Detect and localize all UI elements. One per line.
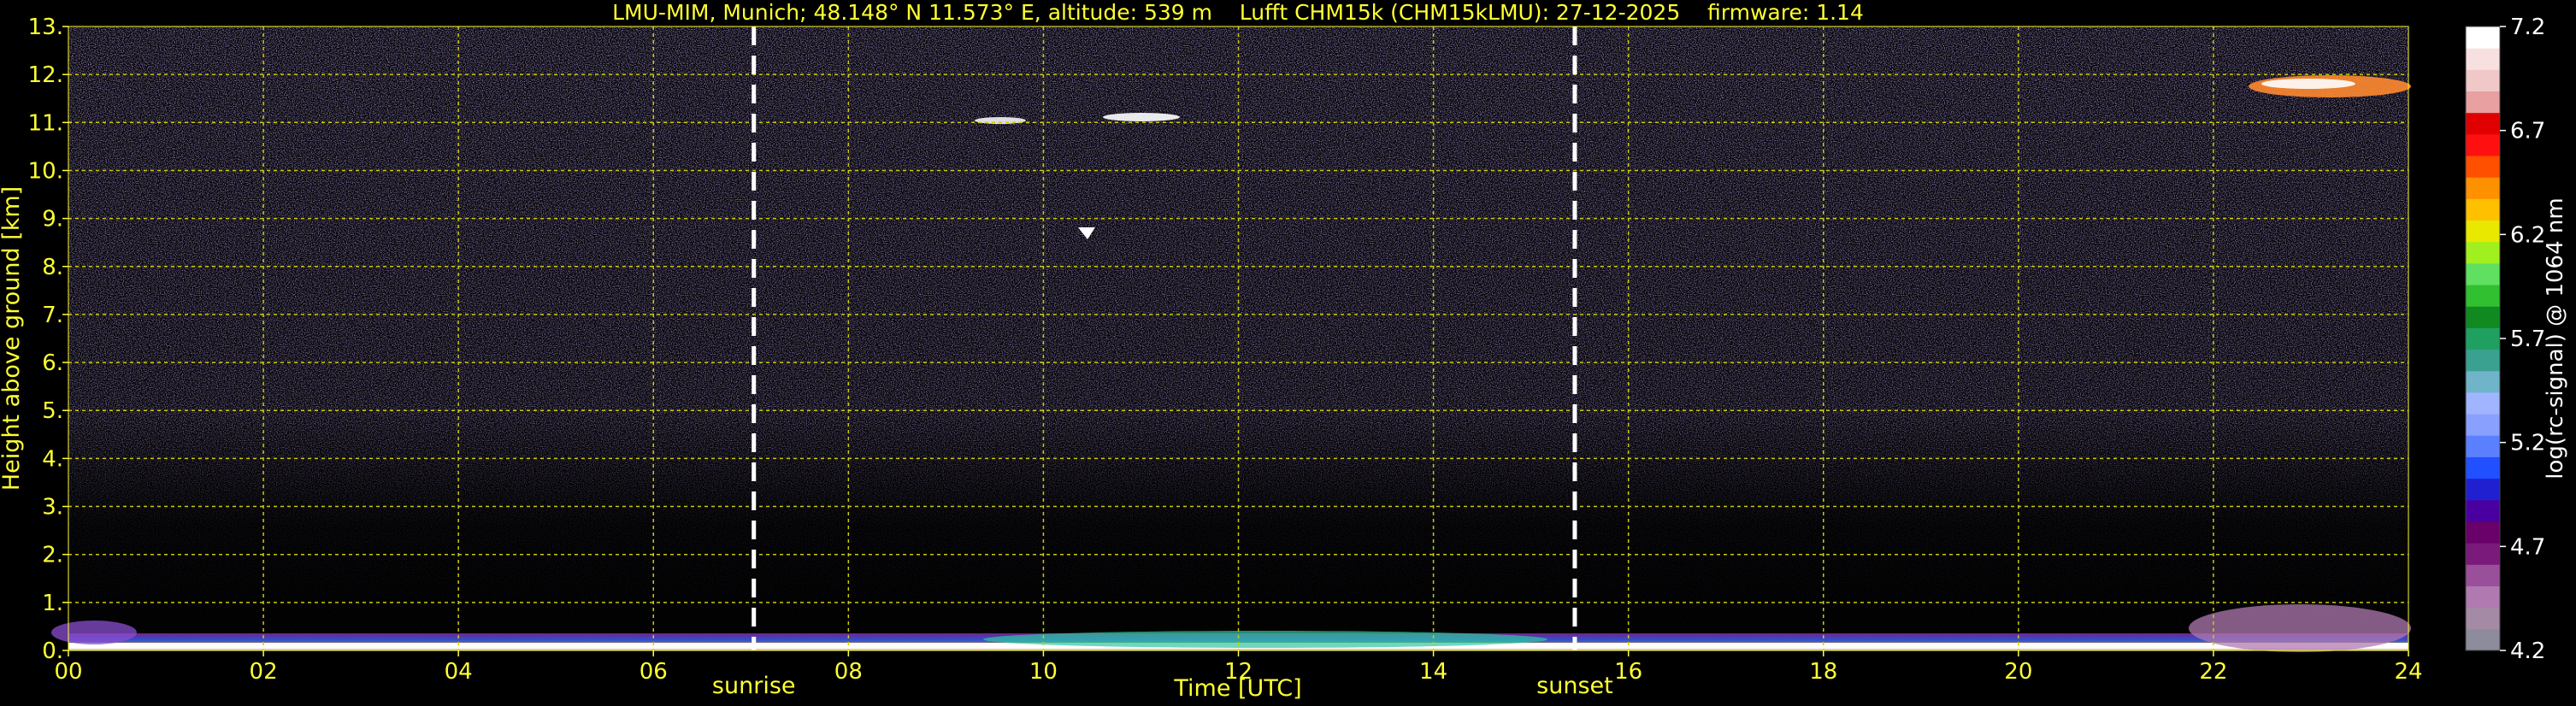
y-tick-label: 4. xyxy=(42,446,63,472)
plot-area xyxy=(51,26,2411,652)
colorbar-swatch xyxy=(2466,435,2500,457)
x-tick-label: 00 xyxy=(54,659,82,685)
colorbar-swatch xyxy=(2466,564,2500,586)
colorbar-swatch xyxy=(2466,349,2500,372)
colorbar-swatch xyxy=(2466,306,2500,328)
y-tick-label: 1. xyxy=(42,591,63,616)
colorbar-swatch xyxy=(2466,177,2500,199)
x-tick-label: 20 xyxy=(2004,659,2032,685)
colorbar-swatch xyxy=(2466,133,2500,156)
colorbar-label: log(rc-signal) @ 1064 nm xyxy=(2543,197,2568,479)
sunset-label: sunset xyxy=(1536,673,1613,699)
y-tick-label: 9. xyxy=(42,207,63,232)
aerosol-layer-midday xyxy=(983,631,1547,648)
colorbar-swatch xyxy=(2466,456,2500,479)
y-tick-label: 10. xyxy=(28,158,63,184)
colorbar: 4.2 4.7 5.2 5.7 6.2 6.7 7.2 log(rc-signal) @ 1… xyxy=(2465,15,2568,664)
colorbar-tick-label: 6.7 xyxy=(2510,119,2545,144)
colorbar-swatch xyxy=(2466,585,2500,609)
colorbar-swatch xyxy=(2466,499,2500,522)
colorbar-swatch xyxy=(2466,391,2500,415)
colorbar-swatch xyxy=(2466,241,2500,264)
colorbar-tick-label: 4.7 xyxy=(2510,534,2545,560)
colorbar-swatch xyxy=(2466,543,2500,565)
colorbar-tick-label: 5.7 xyxy=(2510,327,2545,352)
x-tick-label: 14 xyxy=(1419,659,1447,685)
colorbar-swatch xyxy=(2466,478,2500,501)
colorbar-swatch xyxy=(2466,628,2500,651)
x-tick-label: 06 xyxy=(640,659,668,685)
y-tick-label: 13. xyxy=(28,15,63,40)
y-tick-label: 2. xyxy=(42,543,63,568)
colorbar-swatch xyxy=(2466,607,2500,630)
colorbar-swatch xyxy=(2466,26,2500,49)
colorbar-swatch xyxy=(2466,48,2500,70)
x-tick-label: 10 xyxy=(1029,659,1058,685)
x-tick-label: 08 xyxy=(834,659,863,685)
colorbar-tick-label: 5.2 xyxy=(2510,431,2545,456)
colorbar-swatch xyxy=(2466,156,2500,178)
y-tick-label: 12. xyxy=(28,62,63,88)
colorbar-tick-label: 7.2 xyxy=(2510,15,2545,40)
x-tick-label: 24 xyxy=(2394,659,2422,685)
x-tick-label: 16 xyxy=(1614,659,1642,685)
y-tick-label: 5. xyxy=(42,398,63,424)
colorbar-swatch xyxy=(2466,69,2500,92)
aerosol-layer-early xyxy=(51,621,137,644)
colorbar-swatch xyxy=(2466,521,2500,544)
low-signal-fade xyxy=(68,26,2408,650)
colorbar-swatch xyxy=(2466,327,2500,350)
colorbar-swatch xyxy=(2466,112,2500,135)
chart-title: LMU-MIM, Munich; 48.148° N 11.573° E, al… xyxy=(612,0,1864,25)
aerosol-layer-evening xyxy=(2189,604,2411,652)
colorbar-swatch xyxy=(2466,91,2500,114)
x-tick-label: 22 xyxy=(2199,659,2227,685)
y-tick-label: 11. xyxy=(28,110,63,136)
cirrus-cloud-morning xyxy=(1103,113,1180,121)
y-tick-label: 8. xyxy=(42,255,63,280)
colorbar-swatches xyxy=(2466,26,2500,651)
x-axis-label: Time [UTC] xyxy=(1173,675,1301,702)
colorbar-tick-label: 4.2 xyxy=(2510,638,2545,664)
colorbar-tick-label: 6.2 xyxy=(2510,222,2545,248)
colorbar-swatch xyxy=(2466,285,2500,307)
y-axis-label: Height above ground [km] xyxy=(0,186,25,491)
colorbar-swatch xyxy=(2466,220,2500,243)
y-axis-ticks: 0.1.2.3.4.5.6.7.8.9.10.11.12.13. xyxy=(28,15,68,664)
x-tick-label: 04 xyxy=(445,659,473,685)
x-tick-label: 18 xyxy=(1809,659,1837,685)
ceilometer-chart: 0.1.2.3.4.5.6.7.8.9.10.11.12.13. 00 02 04 0… xyxy=(0,0,2568,702)
colorbar-swatch xyxy=(2466,370,2500,393)
colorbar-ticks: 4.2 4.7 5.2 5.7 6.2 6.7 7.2 xyxy=(2500,15,2545,664)
y-tick-label: 7. xyxy=(42,303,63,328)
colorbar-swatch xyxy=(2466,198,2500,221)
cirrus-cloud-night-core xyxy=(2261,79,2355,89)
y-tick-label: 6. xyxy=(42,350,63,376)
y-tick-label: 3. xyxy=(42,495,63,521)
sunrise-label: sunrise xyxy=(712,673,796,699)
colorbar-swatch xyxy=(2466,262,2500,285)
colorbar-swatch xyxy=(2466,414,2500,436)
x-tick-label: 02 xyxy=(250,659,278,685)
